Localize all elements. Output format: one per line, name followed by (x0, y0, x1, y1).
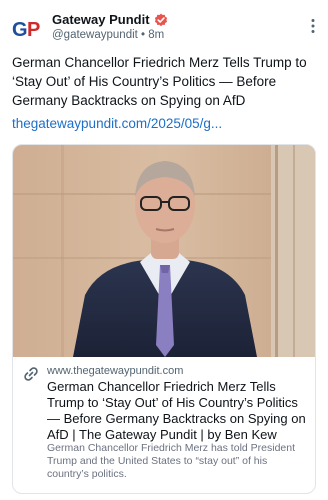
account-handle[interactable]: @gatewaypundit (52, 29, 138, 41)
svg-text:P: P (27, 19, 40, 41)
link-icon (24, 367, 38, 381)
post-time[interactable]: 8m (148, 29, 164, 41)
article-photo[interactable] (13, 145, 315, 357)
link-preview-card[interactable]: www.thegatewaypundit.com German Chancell… (12, 144, 316, 494)
card-title[interactable]: German Chancellor Friedrich Merz Tells T… (47, 379, 309, 443)
post-text: German Chancellor Friedrich Merz Tells T… (12, 55, 307, 108)
account-name-row: Gateway Pundit (52, 12, 168, 27)
card-domain: www.thegatewaypundit.com (47, 365, 184, 377)
account-name[interactable]: Gateway Pundit (52, 12, 150, 27)
svg-text:G: G (12, 19, 28, 41)
card-meta: www.thegatewaypundit.com German Chancell… (13, 357, 315, 493)
card-description: German Chancellor Friedrich Merz has tol… (47, 442, 296, 480)
more-options-icon[interactable] (310, 18, 316, 34)
separator-dot: • (141, 29, 146, 41)
post-header: G P Gateway Pundit @gatewaypundit • 8m (0, 0, 328, 50)
gateway-pundit-logo-icon[interactable]: G P (12, 12, 44, 44)
account-subline: @gatewaypundit • 8m (52, 29, 164, 41)
verified-badge-icon (154, 13, 167, 26)
post-link[interactable]: thegatewaypundit.com/2025/05/g... (12, 116, 222, 131)
